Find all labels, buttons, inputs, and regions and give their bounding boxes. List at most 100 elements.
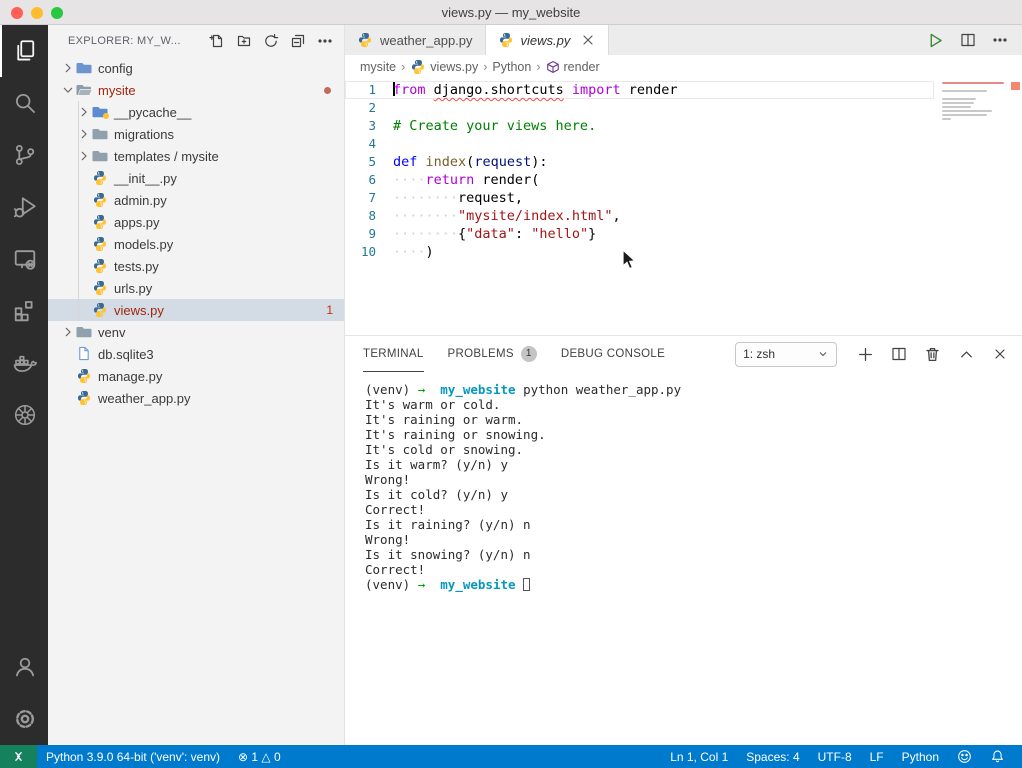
- tree-item-urls-py[interactable]: urls.py: [48, 277, 344, 299]
- breadcrumb-item-python[interactable]: Python: [492, 60, 531, 74]
- python-icon: [76, 368, 92, 384]
- activity-accounts[interactable]: [0, 641, 48, 693]
- status-indentation[interactable]: Spaces: 4: [737, 745, 808, 768]
- code-line-2[interactable]: 2: [345, 99, 934, 117]
- status-encoding[interactable]: UTF-8: [809, 745, 861, 768]
- code-line-6[interactable]: 6 ····return render(: [345, 171, 934, 189]
- tree-item-label: apps.py: [114, 214, 160, 230]
- activity-search[interactable]: [0, 77, 48, 129]
- tree-item-config[interactable]: config: [48, 57, 344, 79]
- status-notifications[interactable]: [981, 745, 1014, 768]
- python-icon: [498, 32, 514, 48]
- status-bar: Python 3.9.0 64-bit ('venv': venv) ⊗ 1 △ …: [0, 745, 1022, 768]
- tree-item-tests-py[interactable]: tests.py: [48, 255, 344, 277]
- activity-kubernetes[interactable]: [0, 389, 48, 441]
- file-icon: [76, 346, 92, 362]
- collapse-folders-button[interactable]: [289, 32, 307, 50]
- panel-tab-terminal[interactable]: TERMINAL: [363, 336, 424, 372]
- activity-run-debug[interactable]: [0, 181, 48, 233]
- refresh-explorer-button[interactable]: [262, 32, 280, 50]
- more-editor-actions-button[interactable]: [992, 32, 1008, 48]
- close-tab-icon[interactable]: [580, 32, 596, 48]
- tree-item-db-sqlite3[interactable]: db.sqlite3: [48, 343, 344, 365]
- minimize-window-button[interactable]: [31, 7, 43, 19]
- tree-item-venv[interactable]: venv: [48, 321, 344, 343]
- tree-item-weather-app-py[interactable]: weather_app.py: [48, 387, 344, 409]
- split-icon: [960, 32, 976, 48]
- code-line-8[interactable]: 8 ········"mysite/index.html",: [345, 207, 934, 225]
- code-text: ········{"data": "hello"}: [393, 226, 597, 242]
- tree-item--init-py[interactable]: __init__.py: [48, 167, 344, 189]
- code-line-9[interactable]: 9 ········{"data": "hello"}: [345, 225, 934, 243]
- status-eol-sequence[interactable]: LF: [861, 745, 893, 768]
- refresh-icon: [263, 33, 279, 49]
- close-panel-button[interactable]: [992, 346, 1008, 362]
- status-python-interpreter[interactable]: Python 3.9.0 64-bit ('venv': venv): [37, 745, 229, 768]
- code-line-3[interactable]: 3 # Create your views here.: [345, 117, 934, 135]
- code-line-5[interactable]: 5 def index(request):: [345, 153, 934, 171]
- code-line-7[interactable]: 7 ········request,: [345, 189, 934, 207]
- new-terminal-button[interactable]: [857, 346, 874, 363]
- terminal-shell-select[interactable]: 1: zsh: [735, 341, 838, 367]
- code-editor[interactable]: 1 from django.shortcuts import render 2 3 # …: [345, 79, 1022, 335]
- code-line-1[interactable]: 1 from django.shortcuts import render: [345, 81, 934, 99]
- tree-item-admin-py[interactable]: admin.py: [48, 189, 344, 211]
- tree-item-apps-py[interactable]: apps.py: [48, 211, 344, 233]
- maximize-panel-button[interactable]: [958, 346, 975, 363]
- status-feedback[interactable]: [948, 745, 981, 768]
- status-remote-indicator[interactable]: [0, 745, 37, 768]
- breadcrumb-item-views-py[interactable]: views.py: [410, 59, 478, 75]
- new-folder-button[interactable]: [235, 32, 253, 50]
- code-line-10[interactable]: 10 ····): [345, 243, 934, 261]
- terminal-line: Correct!: [365, 502, 426, 517]
- breadcrumb-item-mysite[interactable]: mysite: [360, 60, 396, 74]
- activity-source-control[interactable]: [0, 129, 48, 181]
- activity-settings[interactable]: [0, 693, 48, 745]
- status-problems-summary[interactable]: ⊗ 1 △ 0: [229, 745, 290, 768]
- activity-explorer[interactable]: [0, 25, 48, 77]
- activity-extensions[interactable]: [0, 285, 48, 337]
- collapse-folders-icon: [290, 33, 306, 49]
- more-actions-button[interactable]: [316, 32, 334, 50]
- line-number: 3: [368, 118, 376, 133]
- breadcrumb-label: views.py: [430, 60, 479, 74]
- split-editor-button[interactable]: [960, 32, 976, 48]
- terminal-line: Is it raining? (y/n) n: [365, 517, 531, 532]
- panel-tab-problems[interactable]: PROBLEMS 1: [448, 336, 537, 372]
- code-text: ········"mysite/index.html",: [393, 208, 621, 224]
- split-terminal-button[interactable]: [891, 346, 907, 362]
- new-file-button[interactable]: [208, 32, 226, 50]
- tree-item-views-py[interactable]: views.py 1: [48, 299, 344, 321]
- code-text: ····): [393, 244, 434, 260]
- tree-item-templates-mysite[interactable]: templates / mysite: [48, 145, 344, 167]
- panel-tab-debug-console[interactable]: DEBUG CONSOLE: [561, 336, 665, 372]
- tree-item-models-py[interactable]: models.py: [48, 233, 344, 255]
- tree-item-migrations[interactable]: migrations: [48, 123, 344, 145]
- zoom-window-button[interactable]: [51, 7, 63, 19]
- activity-remote-explorer[interactable]: [0, 233, 48, 285]
- status-language-mode[interactable]: Python: [893, 745, 948, 768]
- activity-bar: [0, 25, 48, 745]
- explorer-title: EXPLORER: MY_W...: [68, 35, 181, 47]
- tree-item--pycache-[interactable]: __pycache__: [48, 101, 344, 123]
- tab-views-py[interactable]: views.py: [485, 25, 610, 55]
- kill-terminal-button[interactable]: [924, 346, 941, 363]
- terminal-output[interactable]: (venv) → my_website python weather_app.p…: [345, 372, 1022, 592]
- minimap[interactable]: [942, 82, 1006, 122]
- terminal-line: It's raining or snowing.: [365, 427, 546, 442]
- breadcrumb-item-render[interactable]: render: [546, 60, 600, 74]
- tree-item-manage-py[interactable]: manage.py: [48, 365, 344, 387]
- status-cursor-position[interactable]: Ln 1, Col 1: [661, 745, 737, 768]
- run-python-file-button[interactable]: [927, 32, 944, 49]
- line-number: 6: [368, 172, 376, 187]
- tree-item-label: views.py: [114, 302, 164, 318]
- tab-weather-app-py[interactable]: weather_app.py: [345, 25, 486, 55]
- close-window-button[interactable]: [11, 7, 23, 19]
- terminal-cursor: [523, 578, 531, 591]
- activity-docker[interactable]: [0, 337, 48, 389]
- breadcrumb-separator: ›: [536, 60, 541, 74]
- close-icon: [992, 346, 1008, 362]
- minimap-line: [942, 82, 1004, 84]
- tree-item-mysite[interactable]: mysite: [48, 79, 344, 101]
- code-line-4[interactable]: 4: [345, 135, 934, 153]
